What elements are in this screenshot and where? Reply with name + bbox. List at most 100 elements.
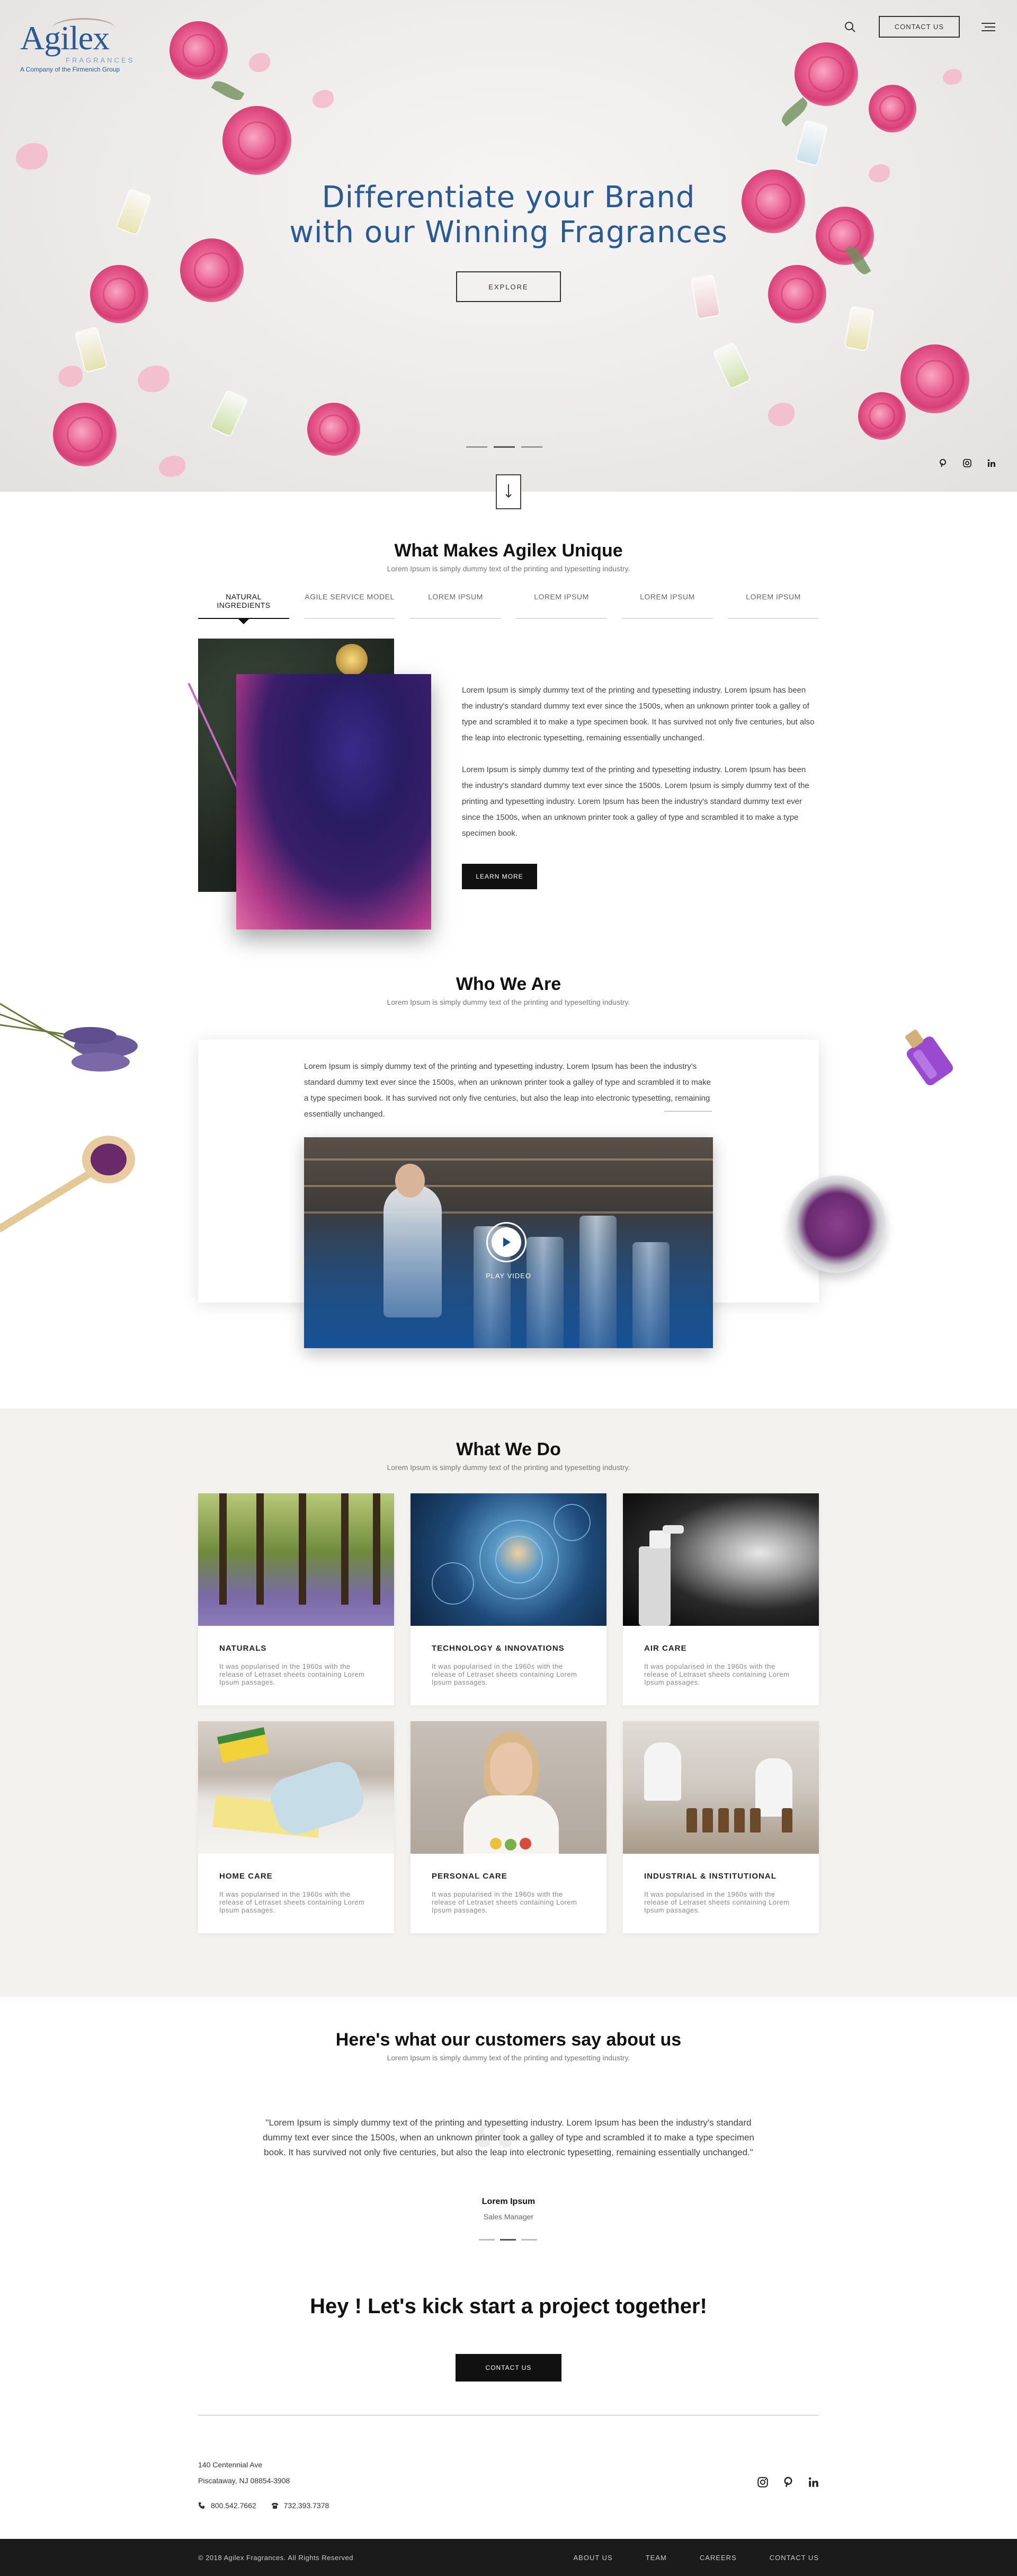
personal-care-photo [411, 1721, 606, 1854]
service-description: It was popularised in the 1960s with the… [219, 1662, 365, 1686]
slider-dot[interactable] [521, 2239, 537, 2241]
scroll-down-button[interactable] [496, 474, 521, 509]
hero-title: Differentiate your Brand with our Winnin… [0, 180, 1017, 250]
footer-nav: ABOUT US TEAM CAREERS CONTACT US [573, 2554, 819, 2562]
address-line-2: Piscataway, NJ 08854-3908 [198, 2476, 290, 2485]
section-title: Who We Are [456, 974, 561, 994]
section-title: Here's what our customers say about us [335, 2030, 682, 2050]
lavender-decoration [0, 1003, 138, 1072]
slider-dot[interactable] [521, 446, 542, 448]
contact-us-button[interactable]: CONTACT US [878, 16, 960, 38]
slider-dot-active[interactable] [494, 446, 515, 448]
rose-decoration [90, 265, 148, 323]
hamburger-menu-icon[interactable] [981, 20, 996, 34]
explore-button[interactable]: EXPLORE [456, 271, 561, 302]
footer: 140 Centennial Ave Piscataway, NJ 08854-… [0, 2442, 1017, 2576]
section-subtitle: Lorem Ipsum is simply dummy text of the … [387, 2053, 630, 2062]
service-card-technology[interactable]: TECHNOLOGY & INNOVATIONS It was populari… [411, 1493, 606, 1705]
play-video-button[interactable] [486, 1222, 527, 1262]
tab-lorem-ipsum[interactable]: LOREM IPSUM [622, 592, 713, 619]
instagram-icon[interactable] [757, 2477, 768, 2490]
hero-slider-dots [466, 446, 542, 448]
service-name: HOME CARE [219, 1872, 273, 1881]
address: 140 Centennial Ave Piscataway, NJ 08854-… [198, 2457, 290, 2489]
pinterest-icon[interactable] [783, 2477, 793, 2490]
instagram-icon[interactable] [963, 459, 971, 470]
spoon-decoration [0, 1136, 135, 1232]
vial-decoration [712, 341, 752, 390]
service-card-air-care[interactable]: AIR CARE It was popularised in the 1960s… [623, 1493, 819, 1705]
logo-parent-company: A Company of the Firmenich Group [20, 66, 120, 73]
footer-link-contact-us[interactable]: CONTACT US [770, 2554, 819, 2562]
copyright: © 2018 Agilex Fragrances. All Rights Res… [198, 2554, 353, 2562]
tab-natural-ingredients[interactable]: NATURAL INGREDIENTS [198, 592, 289, 624]
linkedin-icon[interactable] [808, 2477, 819, 2490]
pinterest-icon[interactable] [939, 459, 947, 470]
phone-1-number: 800.542.7662 [211, 2501, 256, 2510]
petal-decoration [159, 456, 185, 477]
service-card-naturals[interactable]: NATURALS It was popularised in the 1960s… [198, 1493, 394, 1705]
testimonial-role: Sales Manager [483, 2212, 534, 2221]
footer-bar: © 2018 Agilex Fragrances. All Rights Res… [0, 2539, 1017, 2576]
unique-paragraph-1: Lorem Ipsum is simply dummy text of the … [462, 686, 815, 742]
top-nav: CONTACT US [843, 16, 996, 38]
technology-photo [411, 1493, 606, 1626]
hero-banner: Agilex FRAGRANCES A Company of the Firme… [0, 0, 1017, 492]
hero-title-line1: Differentiate your Brand [322, 180, 695, 215]
spray-photo [623, 1493, 819, 1626]
footer-social-links [757, 2477, 819, 2490]
testimonial-section: Here's what our customers say about us L… [0, 1997, 1017, 2294]
petal-decoration [249, 53, 270, 72]
footer-link-about-us[interactable]: ABOUT US [573, 2554, 612, 2562]
service-description: It was popularised in the 1960s with the… [432, 1662, 577, 1686]
footer-info: 140 Centennial Ave Piscataway, NJ 08854-… [0, 2442, 1017, 2539]
hero-title-line2: with our Winning Fragrances [289, 215, 728, 250]
agilex-logo[interactable]: Agilex FRAGRANCES A Company of the Firme… [20, 18, 132, 73]
leaf-decoration [211, 77, 245, 104]
section-subtitle: Lorem Ipsum is simply dummy text of the … [387, 564, 630, 573]
phone-numbers: 800.542.7662 732.393.7378 [198, 2501, 329, 2510]
slider-dot[interactable] [466, 446, 487, 448]
petal-decoration [869, 164, 890, 182]
petal-decoration [943, 69, 962, 85]
service-card-industrial[interactable]: INDUSTRIAL & INSTITUTIONAL It was popula… [623, 1721, 819, 1933]
service-card-home-care[interactable]: HOME CARE It was popularised in the 1960… [198, 1721, 394, 1933]
service-name: TECHNOLOGY & INNOVATIONS [432, 1644, 565, 1653]
tab-agile-service-model[interactable]: AGILE SERVICE MODEL [304, 592, 395, 619]
linkedin-icon[interactable] [987, 459, 996, 470]
divider [664, 1111, 712, 1112]
footer-link-team[interactable]: TEAM [646, 2554, 667, 2562]
phone-icon [271, 2503, 278, 2509]
play-icon [503, 1237, 511, 1247]
phone-2-number: 732.393.7378 [283, 2501, 329, 2510]
feature-tabs: NATURAL INGREDIENTS AGILE SERVICE MODEL … [198, 592, 819, 624]
phone-1[interactable]: 800.542.7662 [198, 2501, 256, 2510]
play-video-label: PLAY VIDEO [485, 1272, 532, 1280]
hero-social-links [939, 459, 996, 470]
phone-2[interactable]: 732.393.7378 [271, 2501, 329, 2510]
slider-dot-active[interactable] [500, 2239, 516, 2241]
tab-lorem-ipsum[interactable]: LOREM IPSUM [728, 592, 819, 619]
search-icon[interactable] [843, 20, 858, 34]
tab-lorem-ipsum[interactable]: LOREM IPSUM [410, 592, 501, 619]
rose-decoration [170, 21, 228, 79]
tab-lorem-ipsum[interactable]: LOREM IPSUM [516, 592, 607, 619]
dish-decoration [788, 1175, 886, 1273]
vial-decoration [74, 326, 108, 374]
learn-more-button[interactable]: LEARN MORE [462, 864, 537, 889]
rose-decoration [858, 392, 906, 440]
cta-contact-button[interactable]: CONTACT US [456, 2354, 561, 2382]
slider-dot[interactable] [479, 2239, 495, 2241]
petal-decoration [58, 366, 83, 387]
petal-decoration [138, 366, 170, 392]
service-name: AIR CARE [644, 1644, 687, 1653]
footer-link-careers[interactable]: CAREERS [700, 2554, 737, 2562]
petal-decoration [313, 90, 334, 108]
service-card-personal-care[interactable]: PERSONAL CARE It was popularised in the … [411, 1721, 606, 1933]
service-name: PERSONAL CARE [432, 1872, 507, 1881]
testimonial-author: Lorem Ipsum [481, 2197, 536, 2206]
service-description: It was popularised in the 1960s with the… [219, 1890, 365, 1914]
service-name: NATURALS [219, 1644, 267, 1653]
purple-smoke-photo [236, 674, 431, 930]
unique-section: What Makes Agilex Unique Lorem Ipsum is … [0, 492, 1017, 963]
